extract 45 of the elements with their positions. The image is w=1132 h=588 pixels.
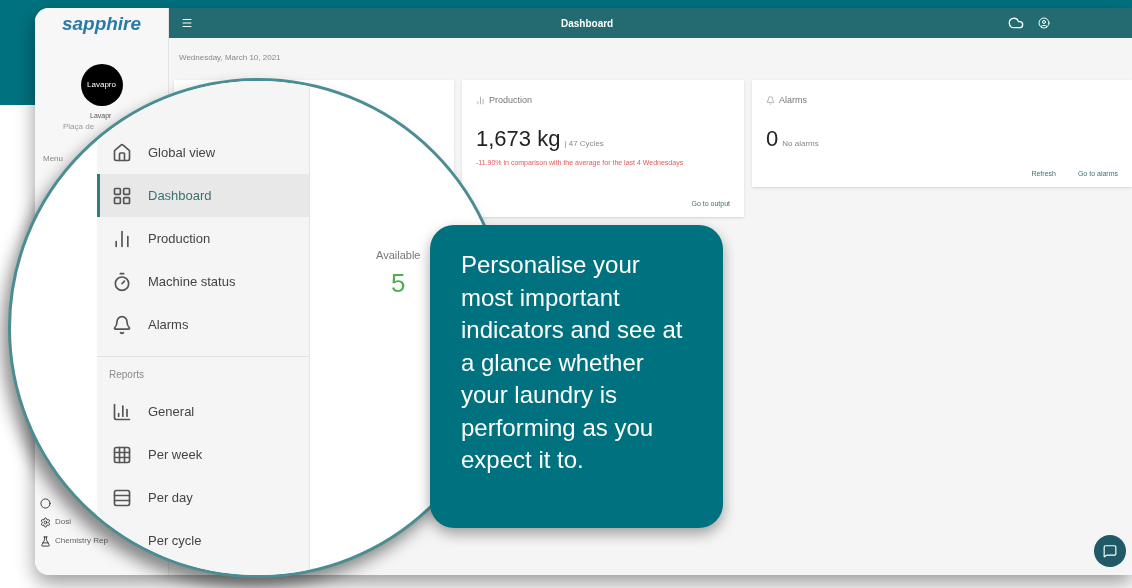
avatar-text: Lavapro xyxy=(87,78,116,91)
menu-label: Menu xyxy=(43,153,63,165)
bell-icon xyxy=(112,314,132,335)
sidebar-item[interactable]: Machine status xyxy=(112,260,309,303)
sidebar-item[interactable]: Chemistry Rep xyxy=(40,535,108,547)
user-icon[interactable] xyxy=(1038,17,1050,29)
card-subtitle: | 47 Cycles xyxy=(564,137,604,150)
gear-icon xyxy=(40,516,51,528)
cloud-icon[interactable] xyxy=(1008,15,1024,31)
card-value: 5 xyxy=(391,266,406,300)
bar-chart-icon xyxy=(112,401,132,422)
card-title: Alarms xyxy=(779,94,807,107)
sidebar-item[interactable]: Production xyxy=(112,217,309,260)
bell-icon xyxy=(766,96,775,106)
chat-button[interactable] xyxy=(1094,535,1126,567)
section-label: Reports xyxy=(108,368,145,382)
sidebar-item[interactable]: Alarms xyxy=(112,303,309,346)
card-subtitle: No alarms xyxy=(782,137,819,150)
timer-icon xyxy=(112,271,132,292)
sidebar-item[interactable]: Per week xyxy=(112,433,309,476)
date-text: Wednesday, March 10, 2021 xyxy=(179,52,282,64)
flask-icon xyxy=(40,535,51,547)
sidebar-item[interactable]: Dashboard xyxy=(97,174,309,217)
bar-chart-icon xyxy=(112,228,132,249)
page-title: Dashboard xyxy=(561,16,614,31)
sidebar-item[interactable]: Per day xyxy=(112,476,309,519)
sidebar-item[interactable]: Dosi xyxy=(40,516,71,528)
grid-icon xyxy=(112,444,132,465)
ring-icon xyxy=(40,498,51,509)
card-value: 1,673 kg xyxy=(476,127,561,150)
card-value: 0 xyxy=(766,127,779,150)
account-address: Plaça de xyxy=(63,121,95,133)
sidebar-item[interactable]: Global view xyxy=(112,131,309,174)
logo: sapphire xyxy=(61,12,142,36)
sidebar-item[interactable]: General xyxy=(112,390,309,433)
card-title: Production xyxy=(489,94,533,107)
home-icon xyxy=(112,142,132,163)
callout-text: Personalise your most important indicators and see at a glance whether your laundry is performing as you expect it to. xyxy=(461,250,684,475)
card-label: Available xyxy=(376,248,421,263)
rows-icon xyxy=(112,487,132,508)
sidebar-item[interactable]: Per cycle xyxy=(112,519,309,562)
grid-icon xyxy=(112,185,132,206)
bar-chart-icon xyxy=(476,96,485,106)
chat-icon xyxy=(1103,544,1117,558)
menu-icon[interactable] xyxy=(181,17,193,29)
